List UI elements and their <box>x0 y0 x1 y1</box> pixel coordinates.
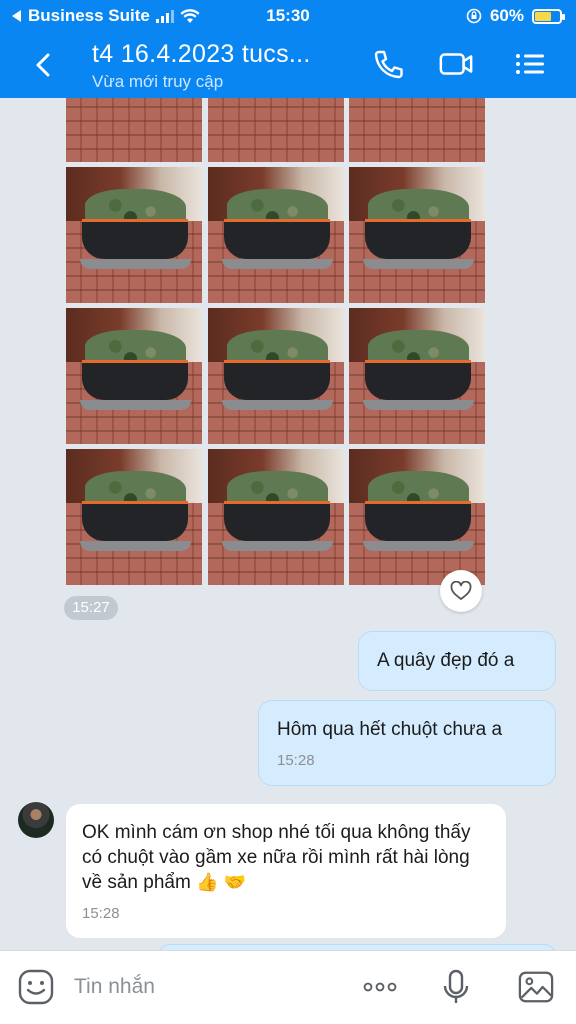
photo-thumbnail[interactable] <box>66 449 202 585</box>
photo-thumbnail[interactable] <box>66 167 202 303</box>
photo-thumbnail[interactable] <box>66 308 202 444</box>
heart-icon <box>450 581 472 600</box>
photo-thumbnail[interactable] <box>349 167 485 303</box>
message-body: OK mình cám ơn shop nhé tối qua không th… <box>82 820 494 895</box>
outgoing-message[interactable]: Hôm qua hết chuột chưa a 15:28 <box>258 700 556 786</box>
photo-thumbnail[interactable] <box>208 98 344 162</box>
chat-area[interactable]: 15:27 A quây đẹp đó a Hôm qua hết chuột … <box>0 98 576 950</box>
chat-title: t4 16.4.2023 tucs... <box>92 40 311 68</box>
react-heart-button[interactable] <box>440 570 482 612</box>
status-bar: Business Suite 15:30 60% <box>0 0 576 32</box>
battery-icon <box>532 8 565 24</box>
avatar[interactable] <box>18 802 54 838</box>
image-gallery-icon[interactable] <box>518 969 554 1005</box>
sticker-icon[interactable] <box>18 969 54 1005</box>
photo-thumbnail[interactable] <box>208 449 344 585</box>
photo-thumbnail[interactable] <box>349 308 485 444</box>
photo-thumbnail[interactable] <box>349 449 485 585</box>
photo-thumbnail[interactable] <box>208 167 344 303</box>
thumbs-up-icon: 👍 <box>196 872 219 892</box>
message-time: 15:28 <box>82 905 120 922</box>
message-text: Hôm qua hết chuột chưa a <box>277 719 503 740</box>
chat-subtitle: Vừa mới truy cập <box>92 72 224 91</box>
input-bar: Tin nhắn <box>0 950 576 1024</box>
video-call-icon[interactable] <box>438 48 474 80</box>
outgoing-message[interactable]: A quây đẹp đó a <box>358 631 556 691</box>
chat-header: Business Suite 15:30 60% t4 16.4.2023 tu… <box>0 0 576 98</box>
chat-title-block[interactable]: t4 16.4.2023 tucs... Vừa mới truy cập <box>92 40 311 92</box>
microphone-icon[interactable] <box>438 969 474 1005</box>
incoming-message[interactable]: OK mình cám ơn shop nhé tối qua không th… <box>66 804 506 938</box>
phone-call-icon[interactable] <box>370 48 406 80</box>
message-text: OK mình cám ơn shop nhé tối qua không th… <box>82 822 471 893</box>
handshake-icon: 🤝 <box>223 872 247 892</box>
status-right: 60% <box>466 6 565 26</box>
photo-thumbnail[interactable] <box>208 308 344 444</box>
photo-thumbnail[interactable] <box>66 98 202 162</box>
message-time: 15:28 <box>277 752 315 769</box>
battery-percent: 60% <box>489 6 524 25</box>
message-input[interactable]: Tin nhắn <box>74 975 155 999</box>
message-text: A quây đẹp đó a <box>377 650 515 671</box>
back-arrow-icon[interactable] <box>30 52 56 78</box>
photo-thumbnail[interactable] <box>349 98 485 162</box>
orientation-lock-icon <box>466 8 482 24</box>
more-options-icon[interactable] <box>362 969 398 1005</box>
menu-list-icon[interactable] <box>512 48 548 80</box>
photo-timestamp: 15:27 <box>64 596 118 620</box>
